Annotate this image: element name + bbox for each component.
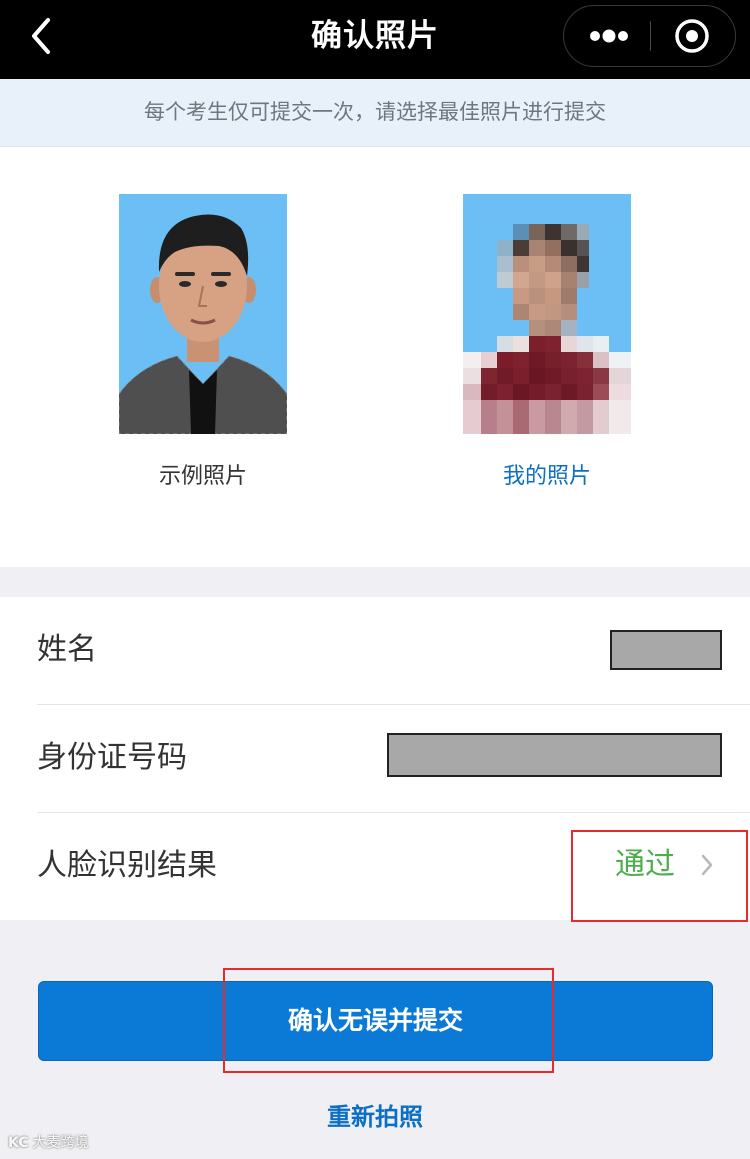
notice-banner: 每个考生仅可提交一次，请选择最佳照片进行提交	[0, 79, 750, 147]
retake-photo-link[interactable]: 重新拍照	[0, 1097, 750, 1132]
info-row-id-number: 身份证号码	[37, 705, 750, 813]
name-value-redacted	[610, 630, 722, 670]
id-number-value-redacted	[387, 733, 722, 777]
name-label: 姓名	[37, 632, 97, 667]
highlight-box-submit	[223, 968, 554, 1073]
info-row-name: 姓名	[37, 597, 750, 705]
nav-bar: 确认照片	[0, 0, 750, 79]
sample-photo-card: 示例照片	[119, 194, 287, 490]
highlight-box-face-result	[571, 830, 748, 922]
my-photo-card[interactable]: 我的照片	[463, 194, 631, 490]
sample-photo	[119, 194, 287, 434]
photo-section: 示例照片 我的照片	[0, 147, 750, 567]
close-button[interactable]	[651, 6, 735, 65]
mini-program-capsule	[563, 5, 736, 67]
face-result-label: 人脸识别结果	[37, 848, 217, 883]
sample-photo-caption: 示例照片	[158, 464, 247, 489]
watermark-text: 大麦跨境	[32, 1135, 89, 1151]
my-photo-pixelated-image	[463, 194, 631, 434]
watermark-logo: KC	[8, 1135, 29, 1151]
watermark: KC 大麦跨境	[8, 1132, 89, 1154]
more-button[interactable]	[564, 6, 650, 65]
target-close-icon	[675, 19, 709, 53]
more-dots-icon	[590, 29, 628, 43]
sample-person-image	[119, 194, 287, 434]
my-photo-caption[interactable]: 我的照片	[463, 458, 631, 490]
my-photo[interactable]	[463, 194, 631, 434]
id-number-label: 身份证号码	[37, 740, 187, 775]
